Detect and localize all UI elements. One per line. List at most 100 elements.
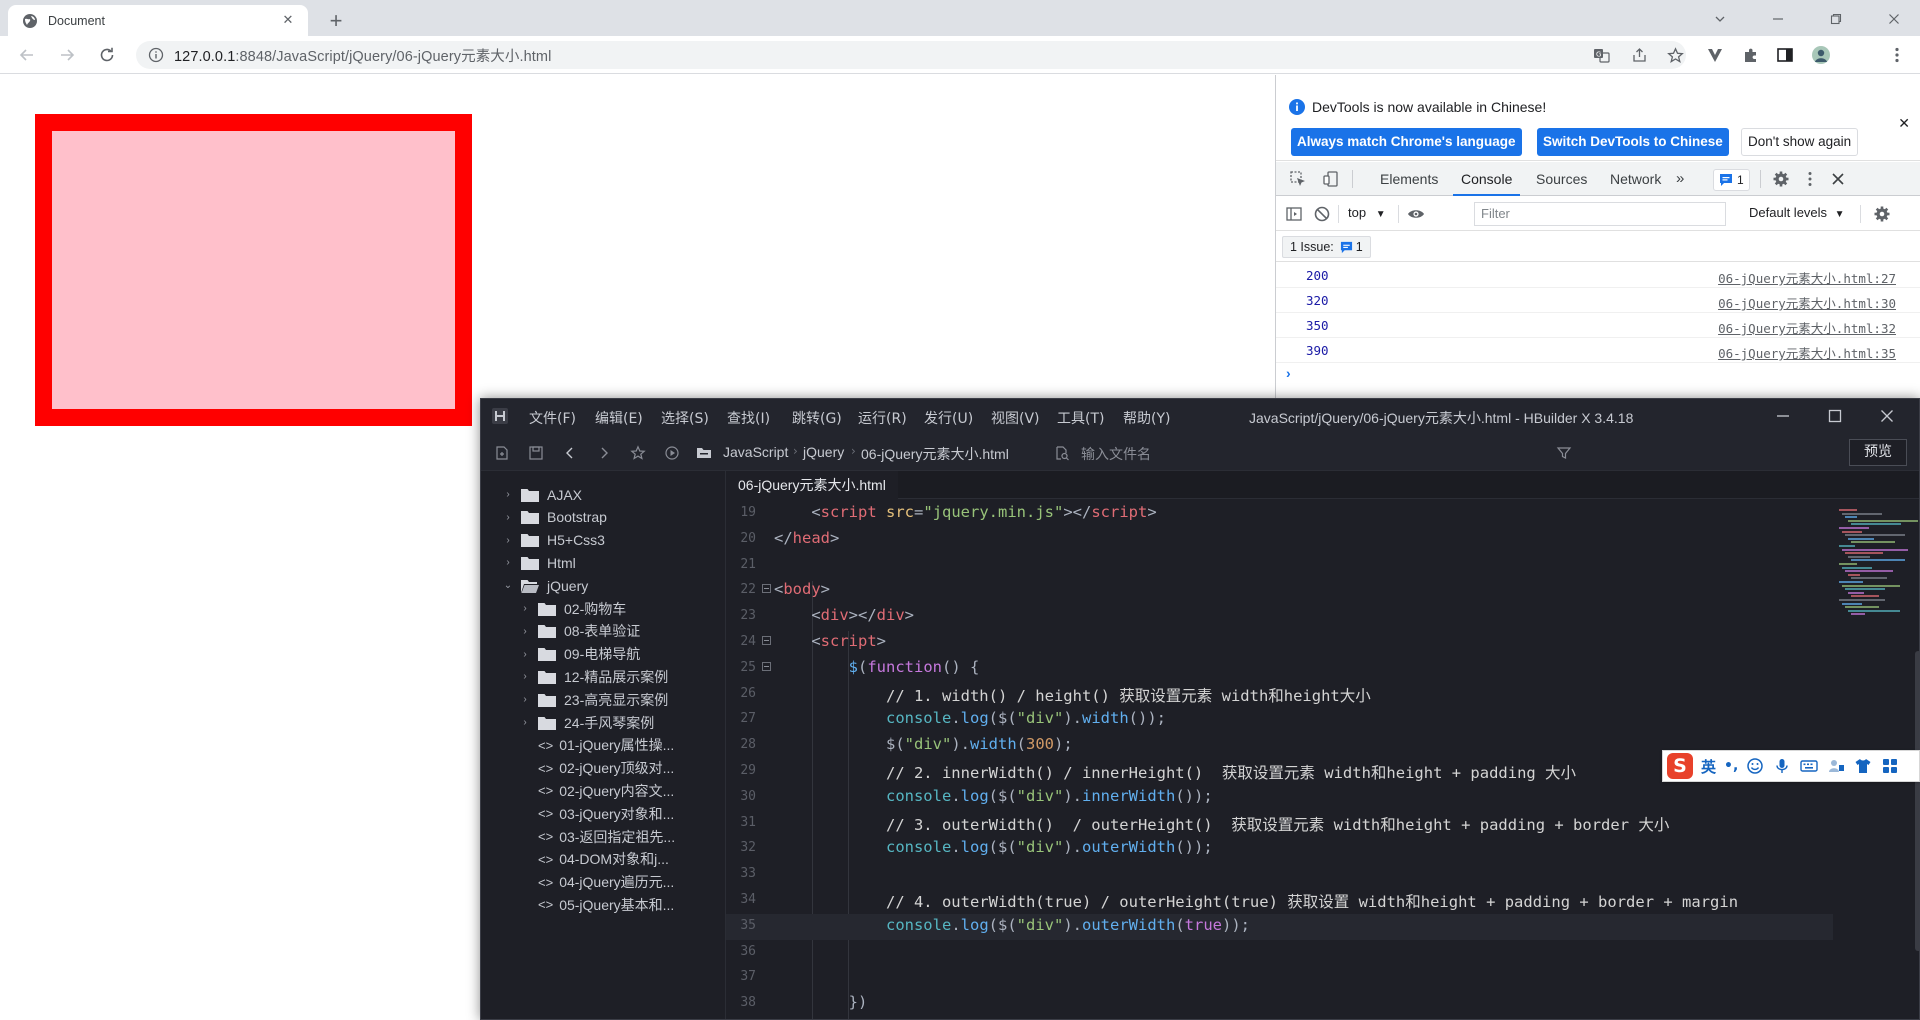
issues-button[interactable]: 1 Issue: 1 (1282, 236, 1371, 258)
fold-toggle-icon[interactable] (762, 635, 771, 645)
tree-folder[interactable]: › Html (501, 551, 575, 574)
tree-file[interactable]: <> 05-jQuery基本和... (518, 893, 674, 916)
tree-folder[interactable]: › 02-购物车 (518, 597, 626, 620)
sogou-logo-icon[interactable]: S (1667, 753, 1693, 779)
emoji-icon[interactable] (1745, 756, 1765, 776)
devtools-menu-icon[interactable] (1800, 169, 1820, 189)
tree-folder[interactable]: › Bootstrap (501, 506, 607, 529)
menu-view[interactable]: 视图(V) (991, 408, 1040, 428)
new-file-icon[interactable] (493, 444, 511, 462)
shirt-skin-icon[interactable] (1853, 756, 1873, 776)
close-window-icon[interactable] (1874, 4, 1914, 34)
side-panel-icon[interactable] (1772, 42, 1798, 68)
minimize-icon[interactable] (1758, 4, 1798, 34)
ime-punctuation-toggle[interactable]: •, (1724, 758, 1738, 774)
restore-icon[interactable] (1816, 4, 1856, 34)
more-tabs-icon[interactable]: » (1676, 162, 1684, 196)
log-source-link[interactable]: 06-jQuery元素大小.html:27 (1718, 268, 1896, 287)
file-search-input[interactable]: 输入文件名 (1081, 444, 1151, 464)
voice-input-icon[interactable] (1772, 756, 1792, 776)
clear-console-icon[interactable] (1312, 204, 1332, 224)
tree-folder[interactable]: › 24-手风琴案例 (518, 711, 654, 734)
tree-folder[interactable]: › 08-表单验证 (518, 620, 640, 643)
bookmark-star-icon[interactable] (1662, 42, 1688, 68)
context-selector[interactable]: top ▼ (1348, 205, 1386, 220)
favorite-star-icon[interactable] (629, 444, 647, 462)
editor-scrollbar[interactable] (1915, 651, 1919, 951)
nav-forward-icon[interactable] (595, 444, 613, 462)
menu-find[interactable]: 查找(I) (727, 408, 770, 428)
tree-file[interactable]: <> 04-DOM对象和j... (518, 848, 669, 871)
console-prompt[interactable]: › (1276, 363, 1920, 385)
chevron-right-icon[interactable]: › (518, 626, 532, 637)
preview-button[interactable]: 预览 (1849, 439, 1907, 466)
new-tab-button[interactable]: + (322, 8, 350, 36)
project-folder-icon[interactable] (695, 444, 713, 462)
hb-close-icon[interactable] (1875, 405, 1899, 427)
user-skin-icon[interactable] (1826, 756, 1846, 776)
settings-gear-icon[interactable] (1771, 169, 1791, 189)
chevron-right-icon[interactable]: › (518, 717, 532, 728)
tree-file[interactable]: <> 03-jQuery对象和... (518, 802, 674, 825)
extension-v-icon[interactable] (1702, 42, 1728, 68)
console-filter-input[interactable]: Filter (1474, 202, 1726, 226)
save-icon[interactable] (527, 444, 545, 462)
chevron-right-icon[interactable]: › (501, 557, 515, 568)
infobar-close-icon[interactable]: ✕ (1898, 115, 1910, 132)
menu-run[interactable]: 运行(R) (858, 408, 907, 428)
always-match-language-button[interactable]: Always match Chrome's language (1291, 128, 1522, 156)
browser-tab[interactable]: Document ✕ (8, 5, 308, 36)
chevron-right-icon[interactable]: › (518, 603, 532, 614)
ime-mode-toggle[interactable]: 英 (1701, 756, 1716, 777)
tab-network[interactable]: Network (1610, 162, 1661, 196)
menu-tools[interactable]: 工具(T) (1057, 408, 1104, 428)
menu-help[interactable]: 帮助(Y) (1123, 408, 1170, 428)
run-icon[interactable] (663, 444, 681, 462)
tree-file[interactable]: <> 03-返回指定祖先... (518, 825, 675, 848)
keyboard-icon[interactable] (1799, 756, 1819, 776)
tree-file[interactable]: <> 04-jQuery遍历元... (518, 871, 674, 894)
menu-file[interactable]: 文件(F) (529, 408, 576, 428)
switch-to-chinese-button[interactable]: Switch DevTools to Chinese (1537, 128, 1729, 156)
log-source-link[interactable]: 06-jQuery元素大小.html:30 (1718, 293, 1896, 312)
messages-badge[interactable]: 1 (1713, 169, 1750, 191)
devtools-close-icon[interactable] (1828, 169, 1848, 189)
fold-toggle-icon[interactable] (762, 661, 771, 671)
chevron-right-icon[interactable]: › (518, 649, 532, 660)
log-source-link[interactable]: 06-jQuery元素大小.html:32 (1718, 318, 1896, 337)
inspect-element-icon[interactable] (1288, 169, 1308, 189)
chevron-down-icon[interactable]: ⌄ (501, 580, 515, 591)
address-bar[interactable]: 127.0.0.1:8848/JavaScript/jQuery/06-jQue… (136, 41, 1686, 69)
log-levels-dropdown[interactable]: Default levels ▼ (1749, 205, 1845, 220)
tree-file[interactable]: <> 02-jQuery顶级对... (518, 757, 674, 780)
tree-folder[interactable]: › 23-高亮显示案例 (518, 688, 668, 711)
log-source-link[interactable]: 06-jQuery元素大小.html:35 (1718, 343, 1896, 362)
live-expression-eye-icon[interactable] (1406, 204, 1426, 224)
breadcrumb-file[interactable]: 06-jQuery元素大小.html (861, 444, 1009, 464)
chevron-right-icon[interactable]: › (501, 512, 515, 523)
tree-folder[interactable]: › AJAX (501, 483, 582, 506)
tab-close-icon[interactable]: ✕ (280, 13, 296, 29)
back-button[interactable] (14, 42, 40, 68)
reload-button[interactable] (94, 42, 120, 68)
toolbox-grid-icon[interactable] (1880, 756, 1900, 776)
device-toolbar-icon[interactable] (1321, 169, 1341, 189)
tab-search-icon[interactable] (1700, 4, 1740, 34)
share-icon[interactable] (1626, 42, 1652, 68)
forward-button[interactable] (54, 42, 80, 68)
site-info-icon[interactable] (148, 47, 164, 63)
tab-console[interactable]: Console (1453, 162, 1521, 196)
tab-elements[interactable]: Elements (1380, 162, 1438, 196)
menu-select[interactable]: 选择(S) (661, 408, 709, 428)
chrome-menu-icon[interactable] (1884, 42, 1910, 68)
breadcrumb-javascript[interactable]: JavaScript (723, 444, 788, 460)
console-settings-gear-icon[interactable] (1872, 204, 1892, 224)
tree-folder[interactable]: › H5+Css3 (501, 529, 605, 552)
breadcrumb-jquery[interactable]: jQuery (803, 444, 844, 460)
profile-avatar[interactable] (1808, 42, 1834, 68)
hb-maximize-icon[interactable] (1823, 405, 1847, 427)
chevron-right-icon[interactable]: › (501, 535, 515, 546)
dont-show-again-button[interactable]: Don't show again (1741, 128, 1859, 156)
tree-file[interactable]: <> 01-jQuery属性操... (518, 734, 674, 757)
filter-funnel-icon[interactable] (1555, 444, 1573, 462)
